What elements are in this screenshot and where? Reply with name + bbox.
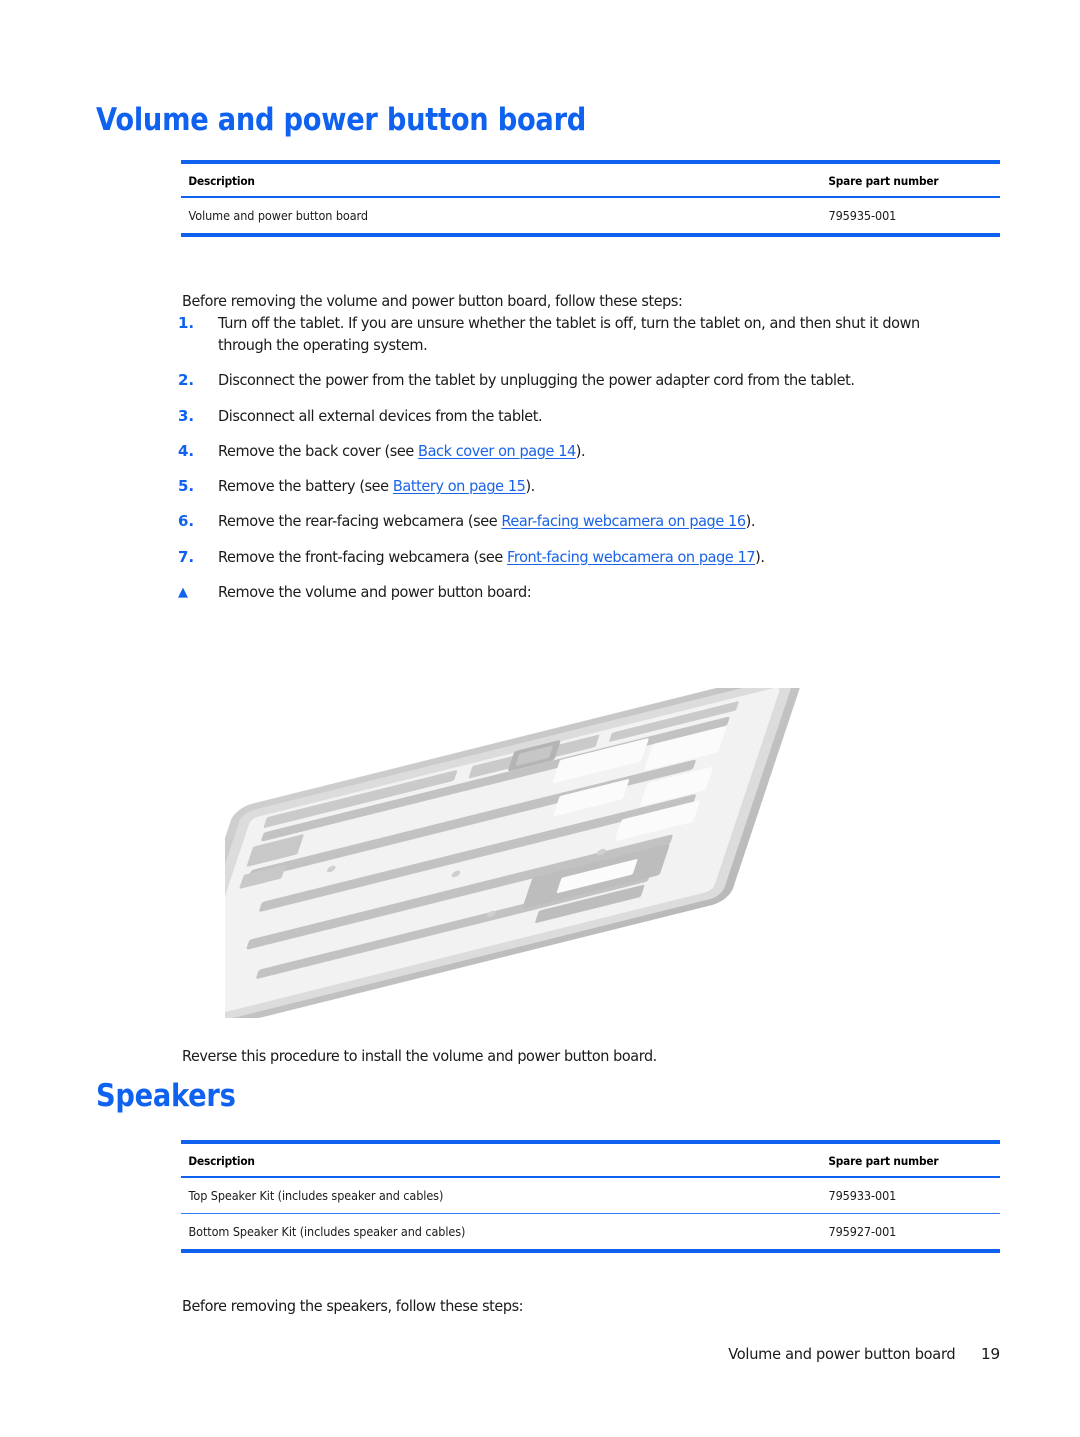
step-number: 1. <box>178 314 195 332</box>
table-row: Top Speaker Kit (includes speaker and ca… <box>181 1177 1000 1214</box>
list-item: 4. Remove the back cover (see Back cover… <box>178 440 1018 463</box>
step-text-lead: Remove the front-facing webcamera (see <box>218 547 508 566</box>
cell-spare-part-number: 795935-001 <box>828 209 897 223</box>
column-header-description: Description <box>188 174 255 188</box>
spare-parts-table-speakers: Description Spare part number Top Speake… <box>181 1140 1000 1253</box>
cell-spare-part-number: 795927-001 <box>828 1225 897 1239</box>
cross-reference-link-battery[interactable]: Battery on page 15 <box>393 477 526 495</box>
column-header-description: Description <box>188 1154 255 1168</box>
intro-paragraph-volume: Before removing the volume and power but… <box>182 291 683 310</box>
table-body: Top Speaker Kit (includes speaker and ca… <box>181 1177 1000 1251</box>
table-row: Bottom Speaker Kit (includes speaker and… <box>181 1214 1000 1251</box>
step-text: Remove the front-facing webcamera (see F… <box>218 546 966 568</box>
step-number: 3. <box>178 406 195 425</box>
section-heading-volume-and-power-button-board: Volume and power button board <box>96 102 587 138</box>
step-text: Turn off the tablet. If you are unsure w… <box>218 314 920 355</box>
step-text-tail: ). <box>525 477 535 496</box>
step-number: 5. <box>178 477 195 496</box>
footer-page-number: 19 <box>980 1345 1000 1363</box>
table-header-row: Description Spare part number <box>181 1142 1000 1177</box>
intro-paragraph-speakers: Before removing the speakers, follow the… <box>182 1296 524 1315</box>
cell-spare-part-number: 795933-001 <box>828 1189 897 1203</box>
tablet-chassis-exploded-diagram <box>225 688 804 1018</box>
step-number: 6. <box>178 512 195 531</box>
step-number: 2. <box>178 371 195 390</box>
cell-description: Bottom Speaker Kit (includes speaker and… <box>188 1225 466 1239</box>
list-item: 6. Remove the rear-facing webcamera (see… <box>178 510 1018 533</box>
cross-reference-link-back-cover[interactable]: Back cover on page 14 <box>418 442 576 460</box>
cross-reference-link-rear-facing-webcamera[interactable]: Rear-facing webcamera on page 16 <box>501 512 746 530</box>
step-text-tail: ). <box>745 512 756 531</box>
cross-reference-link-front-facing-webcamera[interactable]: Front-facing webcamera on page 17 <box>507 548 756 566</box>
list-item: 7. Remove the front-facing webcamera (se… <box>178 546 1018 569</box>
spare-parts-table-volume-and-power-button-board: Description Spare part number Volume and… <box>181 160 1000 237</box>
triangle-bullet-icon: ▲ <box>178 584 188 600</box>
footer-section-title: Volume and power button board <box>728 1345 956 1363</box>
step-text-tail: ). <box>575 441 586 460</box>
column-header-spare-part-number: Spare part number <box>828 1154 939 1168</box>
step-text: Remove the rear-facing webcamera (see Re… <box>218 510 966 532</box>
step-text-lead: Remove the rear-facing webcamera (see <box>218 512 502 531</box>
table-row: Volume and power button board 795935-001 <box>181 197 1000 235</box>
table-header-row: Description Spare part number <box>181 162 1000 197</box>
step-text: Remove the volume and power button board… <box>218 582 532 601</box>
list-item: 3. Disconnect all external devices from … <box>178 405 1018 428</box>
list-item: 2. Disconnect the power from the tablet … <box>178 369 1018 392</box>
step-text: Disconnect the power from the tablet by … <box>218 371 855 390</box>
table-header: Description Spare part number <box>181 1142 1000 1177</box>
step-text-tail: ). <box>755 547 765 566</box>
removal-steps-list-volume: 1. Turn off the tablet. If you are unsur… <box>178 312 1018 616</box>
outro-paragraph-volume: Reverse this procedure to install the vo… <box>182 1046 657 1065</box>
step-text: Disconnect all external devices from the… <box>218 406 543 425</box>
step-text-lead: Remove the battery (see <box>218 477 393 496</box>
table-body: Volume and power button board 795935-001 <box>181 197 1000 235</box>
step-number: 4. <box>178 441 195 460</box>
list-item: 5. Remove the battery (see Battery on pa… <box>178 475 1018 498</box>
page-footer: Volume and power button board 19 <box>0 1345 1080 1363</box>
table-header: Description Spare part number <box>181 162 1000 197</box>
column-header-spare-part-number: Spare part number <box>828 174 939 188</box>
step-text: Remove the back cover (see Back cover on… <box>218 440 966 462</box>
step-text-lead: Remove the back cover (see <box>218 441 419 460</box>
section-heading-speakers: Speakers <box>96 1078 236 1114</box>
step-text: Remove the battery (see Battery on page … <box>218 475 966 497</box>
list-item: 1. Turn off the tablet. If you are unsur… <box>178 312 1018 357</box>
tablet-back-chassis <box>225 688 804 1018</box>
cell-description: Top Speaker Kit (includes speaker and ca… <box>188 1189 444 1203</box>
step-number: 7. <box>178 547 195 566</box>
list-item: ▲ Remove the volume and power button boa… <box>178 581 1018 603</box>
cell-description: Volume and power button board <box>188 209 369 223</box>
document-page: Volume and power button board Descriptio… <box>0 0 1080 1437</box>
